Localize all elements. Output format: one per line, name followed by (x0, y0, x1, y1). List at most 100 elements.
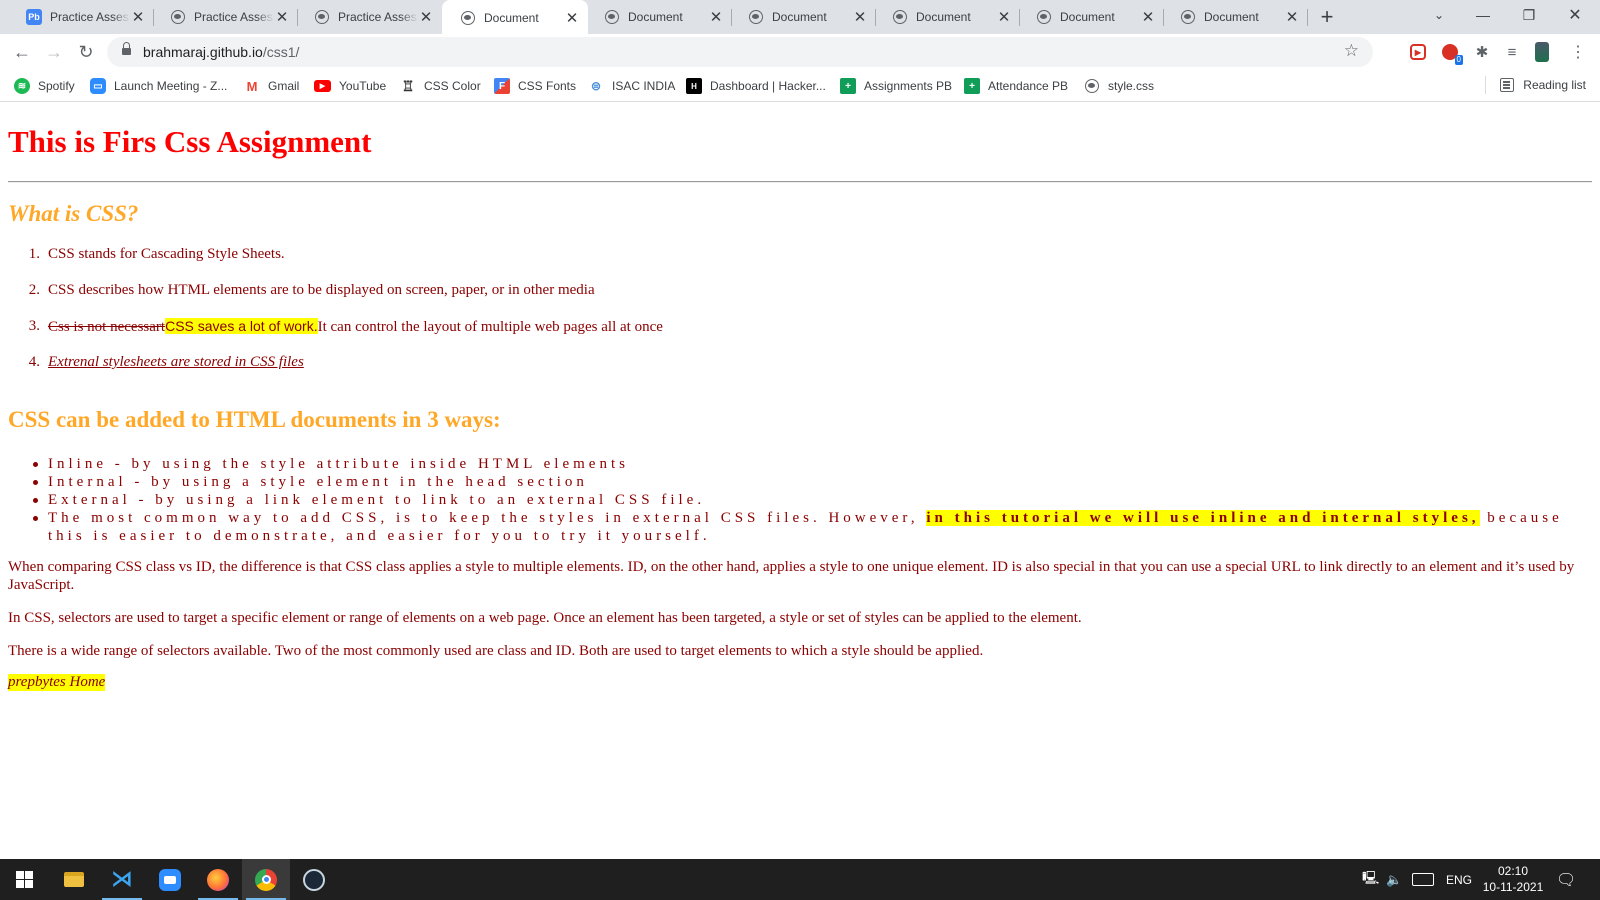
bookmark-label: Spotify (38, 79, 75, 93)
gmail-icon: M (246, 78, 258, 94)
close-tab-icon[interactable]: ✕ (130, 9, 146, 26)
address-bar[interactable]: brahmaraj.github.io/css1/ ☆ (107, 37, 1373, 67)
bookmark-hackerrank[interactable]: H Dashboard | Hacker... (686, 76, 826, 96)
tab-document-active[interactable]: Document ✕ (442, 0, 588, 36)
tab-practice-assessment-1[interactable]: Pb Practice Assessment ✕ (8, 0, 154, 34)
restore-button[interactable]: ❐ (1506, 0, 1552, 30)
zoom-icon: ▭ (90, 78, 106, 94)
close-tab-icon[interactable]: ✕ (1284, 9, 1300, 26)
tab-document-6[interactable]: Document ✕ (1162, 0, 1308, 34)
system-clock[interactable]: 02:10 10-11-2021 (1478, 863, 1548, 895)
bookmark-label: Dashboard | Hacker... (710, 79, 826, 93)
lock-icon[interactable] (122, 42, 131, 57)
bookmark-label: Launch Meeting - Z... (114, 79, 228, 93)
minimize-button[interactable]: — (1460, 0, 1506, 30)
tab-strip: Pb Practice Assessment ✕ Practice Assess… (0, 0, 1600, 36)
tab-document-5[interactable]: Document ✕ (1018, 0, 1164, 34)
close-tab-icon[interactable]: ✕ (996, 9, 1012, 26)
bookmark-star-icon[interactable]: ☆ (1344, 41, 1359, 61)
list-item: Internal - by using a style element in t… (8, 473, 1588, 491)
bookmark-style-css[interactable]: style.css (1084, 76, 1154, 96)
network-icon[interactable]: 🖳 (1362, 859, 1379, 900)
bookmark-css-color[interactable]: ♖ CSS Color (400, 76, 481, 96)
profile-avatar[interactable] (1530, 40, 1554, 64)
close-window-button[interactable]: ✕ (1552, 0, 1598, 30)
tab-document-3[interactable]: Document ✕ (730, 0, 876, 34)
close-tab-icon[interactable]: ✕ (274, 9, 290, 26)
reading-list-button[interactable]: Reading list (1485, 76, 1586, 94)
bookmark-launch-meeting[interactable]: ▭ Launch Meeting - Z... (90, 76, 227, 96)
bookmark-assignments-pb[interactable]: + Assignments PB (840, 76, 952, 96)
volume-icon[interactable]: 🔈 (1386, 859, 1402, 900)
tab-document-2[interactable]: Document ✕ (586, 0, 732, 34)
bookmark-label: Assignments PB (864, 79, 953, 93)
bookmark-youtube[interactable]: ▶ YouTube (314, 76, 386, 96)
back-button[interactable]: ← (8, 38, 36, 66)
subheading-what-is-css: What is CSS? (8, 201, 139, 226)
firefox-icon[interactable] (194, 859, 242, 900)
globe-icon (1084, 78, 1100, 94)
close-tab-icon[interactable]: ✕ (418, 9, 434, 26)
menu-kebab-icon[interactable]: ⋮ (1566, 40, 1590, 64)
strikethrough-text: Css is not necessart (48, 319, 166, 335)
list-item: 1. CSS stands for Cascading Style Sheets. (28, 246, 285, 262)
steam-icon[interactable] (290, 859, 338, 900)
close-tab-icon[interactable]: ✕ (564, 10, 580, 27)
close-tab-icon[interactable]: ✕ (708, 9, 724, 26)
forward-button[interactable]: → (40, 38, 68, 66)
close-tab-icon[interactable]: ✕ (852, 9, 868, 26)
reading-list-icon (1500, 78, 1515, 92)
highlighted-text: in this tutorial we will use inline and … (926, 510, 1480, 526)
tab-search-chevron-icon[interactable]: ⌄ (1416, 0, 1462, 30)
page-content: This is Firs Css Assignment What is CSS?… (0, 103, 1600, 859)
tab-practice-assessment-2[interactable]: Practice Assessment ✕ (152, 0, 298, 34)
tab-title: Document (628, 10, 683, 24)
paragraph-selectors-range: There is a wide range of selectors avail… (8, 643, 984, 659)
media-control-icon[interactable]: ≡ (1500, 40, 1524, 64)
extensions-puzzle-icon[interactable]: ✱ (1470, 40, 1494, 64)
sheets-icon: + (840, 78, 856, 94)
close-tab-icon[interactable]: ✕ (1140, 9, 1156, 26)
bookmark-gmail[interactable]: M Gmail (244, 76, 300, 96)
bookmark-isac-india[interactable]: ⊜ ISAC INDIA (588, 76, 675, 96)
bookmark-label: Attendance PB (988, 79, 1069, 93)
globe-icon (314, 9, 330, 25)
prepbytes-home-link[interactable]: prepbytes Home (8, 674, 106, 691)
bookmarks-bar: ≋ Spotify ▭ Launch Meeting - Z... M Gmai… (0, 70, 1600, 102)
notifications-icon[interactable]: 🗨 (1556, 859, 1576, 900)
list-item: 3. Css is not necessartCSS saves a lot o… (28, 318, 663, 335)
language-indicator[interactable]: ENG (1446, 859, 1472, 900)
reload-button[interactable]: ↻ (72, 38, 100, 66)
youtube-icon: ▶ (314, 80, 331, 92)
chrome-icon[interactable] (242, 859, 290, 900)
url-text[interactable]: brahmaraj.github.io/css1/ (143, 44, 299, 60)
isac-icon: ⊜ (590, 79, 602, 93)
globe-icon (1036, 9, 1052, 25)
new-tab-button[interactable]: + (1315, 5, 1339, 29)
bookmark-attendance-pb[interactable]: + Attendance PB (964, 76, 1068, 96)
bookmark-css-fonts[interactable]: F CSS Fonts (494, 76, 576, 96)
extension-red-icon[interactable]: ▶ (1406, 40, 1430, 64)
browser-toolbar: ← → ↻ brahmaraj.github.io/css1/ ☆ ▶ 0 ✱ … (0, 34, 1600, 70)
hackerrank-icon: H (686, 78, 702, 94)
list-item: The most common way to add CSS, is to ke… (8, 509, 1588, 545)
tab-document-4[interactable]: Document ✕ (874, 0, 1020, 34)
globe-icon (1180, 9, 1196, 25)
bookmark-label: YouTube (339, 79, 387, 93)
tab-title: Document (1060, 10, 1115, 24)
underlined-text: Extrenal stylesheets are stored in CSS f… (48, 354, 304, 370)
spotify-icon: ≋ (14, 78, 30, 94)
reading-list-label: Reading list (1523, 78, 1586, 92)
windows-start-icon[interactable] (0, 859, 48, 900)
tab-practice-assessment-3[interactable]: Practice Assessment ✕ (296, 0, 442, 34)
paragraph-selectors: In CSS, selectors are used to target a s… (8, 610, 1082, 626)
vscode-icon[interactable]: ⋊ (98, 859, 146, 900)
tab-title: Document (916, 10, 971, 24)
globe-icon (604, 9, 620, 25)
zoom-app-icon[interactable] (146, 859, 194, 900)
bookmark-spotify[interactable]: ≋ Spotify (14, 76, 75, 96)
file-explorer-icon[interactable] (50, 859, 98, 900)
extension-badge-icon[interactable]: 0 (1438, 40, 1463, 65)
keyboard-icon[interactable] (1412, 859, 1434, 900)
tab-title: Document (1204, 10, 1259, 24)
